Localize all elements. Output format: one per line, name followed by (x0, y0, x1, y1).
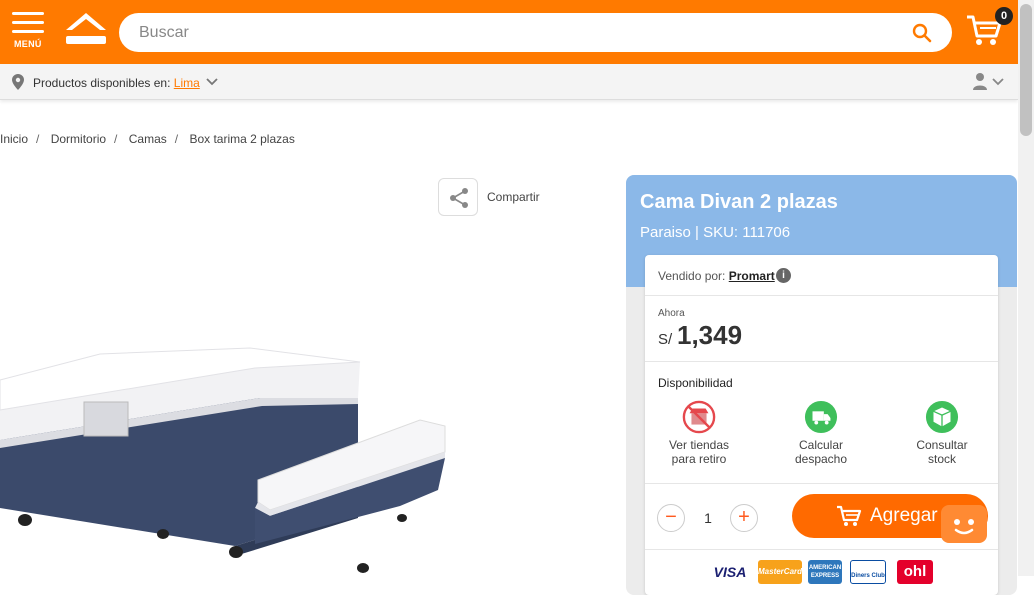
breadcrumb-item-inicio[interactable]: Inicio (0, 132, 28, 146)
product-title: Cama Divan 2 plazas (640, 191, 838, 213)
visa-logo: VISA (713, 564, 747, 580)
stock-line1: Consultar (916, 438, 968, 452)
location-city-link[interactable]: Lima (174, 76, 200, 90)
price-currency: S/ (658, 331, 673, 348)
seller-label: Vendido por: (658, 269, 726, 283)
breadcrumb-item-camas[interactable]: Camas (129, 132, 167, 146)
scrollbar-thumb[interactable] (1020, 4, 1032, 136)
breadcrumb-item-dormitorio[interactable]: Dormitorio (51, 132, 106, 146)
truck-icon (804, 400, 838, 434)
location-bar: Productos disponibles en: Lima (0, 64, 1018, 100)
store-pickup-line2: para retiro (671, 452, 727, 466)
share-icon (450, 188, 468, 208)
store-unavailable-icon (682, 400, 716, 434)
quantity-value[interactable]: 1 (701, 510, 715, 526)
search-icon[interactable] (912, 23, 932, 43)
user-account-icon[interactable] (972, 72, 1006, 92)
store-pickup-line1: Ver tiendas (668, 438, 730, 452)
seller-text: Vendido por: Promart (658, 269, 775, 283)
shipping-line2: despacho (794, 452, 848, 466)
purchase-card: Vendido por: Promart i Ahora S/ 1,349 Di… (645, 255, 998, 595)
menu-label: MENÚ (14, 39, 42, 49)
decrease-quantity-button[interactable]: − (657, 504, 685, 532)
breadcrumb: Inicio / Dormitorio / Camas / Box tarima 2 … (0, 132, 295, 146)
breadcrumb-item-current: Box tarima 2 plazas (189, 132, 295, 146)
info-icon[interactable]: i (776, 268, 791, 283)
stock-option[interactable]: Consultar stock (897, 400, 987, 466)
chat-bot-icon (954, 519, 974, 535)
search-bar (119, 13, 952, 52)
store-pickup-option[interactable]: Ver tiendas para retiro (654, 400, 744, 466)
mastercard-logo: MasterCard (758, 560, 802, 584)
price-amount: 1,349 (677, 320, 743, 350)
product-brand-sku: Paraiso | SKU: 111706 (640, 224, 791, 241)
cart-icon (837, 505, 862, 526)
diners-logo: Diners Club (850, 560, 886, 584)
home-logo-icon[interactable] (64, 10, 108, 50)
payment-methods-row: VISA MasterCard AMERICAN EXPRESS Diners … (645, 550, 998, 595)
cart-count-badge: 0 (995, 7, 1013, 25)
amex-logo: AMERICAN EXPRESS (808, 560, 842, 584)
box-icon (925, 400, 959, 434)
chevron-down-icon[interactable] (206, 78, 218, 86)
availability-label: Disponibilidad (658, 376, 733, 390)
page-scrollbar[interactable] (1018, 0, 1034, 576)
location-label: Productos disponibles en: (33, 76, 171, 90)
share-label: Compartir (487, 190, 540, 204)
availability-row: Disponibilidad Ver tiendas para retiro C… (645, 362, 998, 484)
search-input[interactable] (139, 13, 899, 52)
shipping-option[interactable]: Calcular despacho (776, 400, 866, 466)
cart-button[interactable]: 0 (966, 7, 1013, 50)
chat-assistant-button[interactable] (941, 505, 987, 543)
add-to-cart-label: Agregar (870, 505, 938, 526)
seller-row: Vendido por: Promart i (645, 255, 998, 296)
top-header: MENÚ 0 (0, 0, 1018, 64)
stock-line2: stock (927, 452, 956, 466)
seller-link[interactable]: Promart (729, 269, 775, 283)
product-image[interactable] (0, 340, 450, 576)
price-label: Ahora (658, 308, 685, 319)
menu-button[interactable]: MENÚ (12, 12, 46, 52)
price-row: Ahora S/ 1,349 (645, 296, 998, 362)
location-text: Productos disponibles en: Lima (33, 76, 200, 90)
increase-quantity-button[interactable]: + (730, 504, 758, 532)
shipping-line1: Calcular (798, 438, 843, 452)
oh-card-logo: ohl (897, 560, 933, 584)
share-button[interactable] (438, 178, 478, 216)
location-pin-icon (12, 74, 24, 90)
